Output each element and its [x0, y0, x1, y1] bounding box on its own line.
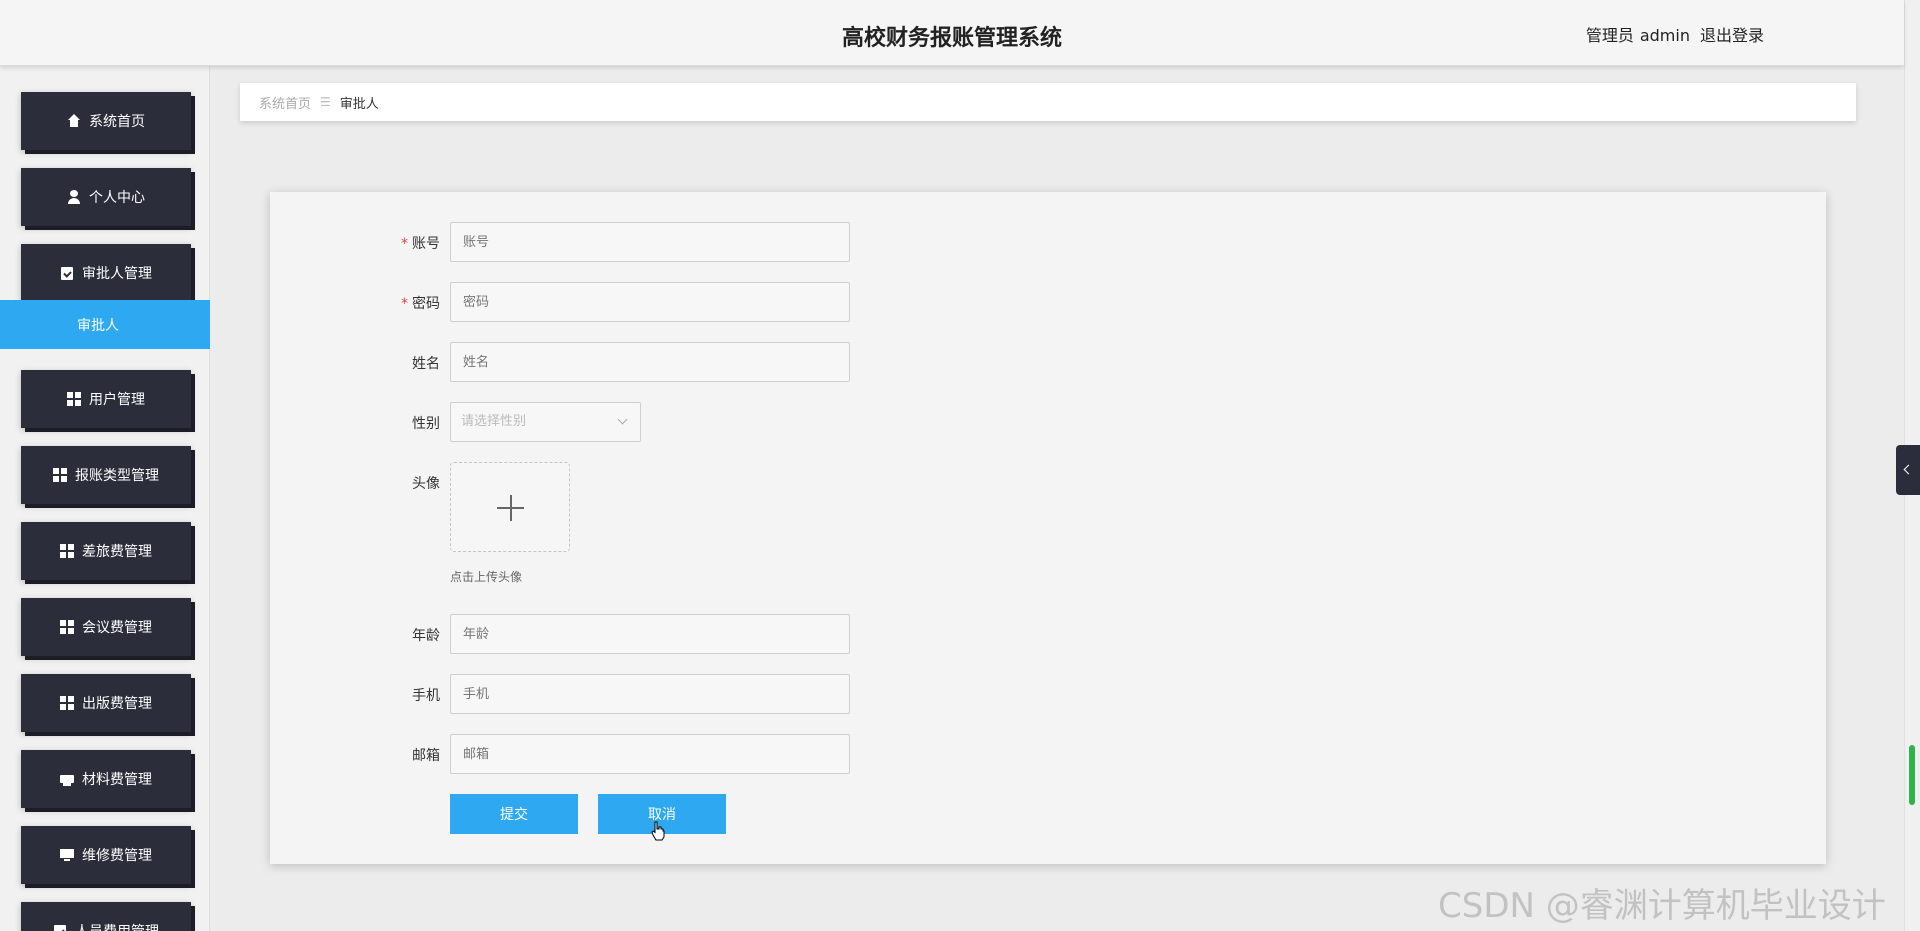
sidebar-subitem-label: 审批人 — [77, 317, 119, 334]
breadcrumb: 系统首页 ☰ 审批人 — [240, 83, 1856, 121]
user-icon — [67, 190, 81, 204]
password-input[interactable] — [450, 282, 850, 322]
sidebar-item-label: 用户管理 — [89, 392, 145, 408]
submit-button[interactable]: 提交 — [450, 794, 578, 834]
sidebar-item-label: 报账类型管理 — [75, 468, 159, 484]
required-mark: * — [401, 296, 408, 312]
age-input[interactable] — [450, 614, 850, 654]
gender-label: 性别 — [412, 416, 440, 432]
breadcrumb-home[interactable]: 系统首页 — [259, 93, 311, 112]
sidebar-item-label: 审批人管理 — [82, 266, 152, 282]
sidebar-item-label: 维修费管理 — [82, 848, 152, 864]
age-label: 年龄 — [412, 628, 440, 644]
grid-icon — [67, 392, 81, 406]
sidebar-item-label: 出版费管理 — [82, 696, 152, 712]
account-label: * 账号 — [401, 236, 440, 252]
sidebar-item-meeting-expense[interactable]: 会议费管理 — [21, 598, 191, 656]
email-input[interactable] — [450, 734, 850, 774]
avatar-upload[interactable] — [450, 462, 570, 552]
grid-icon — [60, 620, 74, 634]
grid-icon — [60, 696, 74, 710]
required-mark: * — [401, 236, 408, 252]
home-icon — [67, 114, 81, 128]
user-info: 管理员 admin 退出登录 — [1580, 22, 1764, 46]
grid-icon — [60, 544, 74, 558]
logout-link[interactable]: 退出登录 — [1700, 26, 1764, 45]
sidebar-item-publication-expense[interactable]: 出版费管理 — [21, 674, 191, 732]
clipboard-icon — [60, 266, 74, 280]
top-header: 高校财务报账管理系统 管理员 admin 退出登录 — [0, 0, 1904, 66]
breadcrumb-current: 审批人 — [339, 96, 379, 112]
clipboard-icon — [53, 924, 67, 931]
email-label: 邮箱 — [412, 748, 440, 764]
sidebar-item-label: 会议费管理 — [82, 620, 152, 636]
sidebar-item-repair-expense[interactable]: 维修费管理 — [21, 826, 191, 884]
password-label: * 密码 — [401, 296, 440, 312]
sidebar-item-label: 人员费用管理 — [75, 921, 159, 931]
sidebar-item-travel-expense[interactable]: 差旅费管理 — [21, 522, 191, 580]
user-role: 管理员 — [1585, 26, 1634, 45]
sidebar-item-home[interactable]: 系统首页 — [21, 92, 191, 150]
phone-input[interactable] — [450, 674, 850, 714]
sidebar-item-label: 个人中心 — [89, 190, 145, 206]
chevron-down-icon — [617, 414, 628, 425]
watermark: CSDN @睿渊计算机毕业设计 — [1438, 886, 1886, 926]
gender-placeholder: 请选择性别 — [461, 414, 527, 429]
sidebar-subitem-approver[interactable]: 审批人 — [0, 300, 210, 349]
printer-icon — [60, 772, 74, 786]
avatar-upload-hint: 点击上传头像 — [450, 570, 523, 584]
sidebar-item-approver-management[interactable]: 审批人管理 — [21, 244, 191, 302]
account-input[interactable] — [450, 222, 850, 262]
monitor-icon — [60, 848, 74, 862]
sidebar-item-profile[interactable]: 个人中心 — [21, 168, 191, 226]
breadcrumb-separator-icon: ☰ — [320, 95, 331, 109]
hand-cursor-icon — [651, 821, 665, 841]
plus-icon-vertical — [510, 495, 512, 521]
sidebar-item-user-management[interactable]: 用户管理 — [21, 370, 191, 428]
username: admin — [1639, 26, 1690, 45]
grid-icon — [53, 468, 67, 482]
sidebar-item-personnel-expense[interactable]: 人员费用管理 — [21, 902, 191, 931]
name-input[interactable] — [450, 342, 850, 382]
sidebar-item-material-expense[interactable]: 材料费管理 — [21, 750, 191, 808]
sidebar-item-expense-type-management[interactable]: 报账类型管理 — [21, 446, 191, 504]
sidebar: 系统首页 个人中心 审批人管理 审批人 用户管理 报账类型管理 差旅费管理 会议… — [0, 66, 210, 931]
name-label: 姓名 — [412, 356, 440, 372]
sidebar-item-label: 差旅费管理 — [82, 544, 152, 560]
avatar-label: 头像 — [412, 476, 440, 492]
sidebar-item-label: 系统首页 — [89, 114, 145, 130]
phone-label: 手机 — [412, 688, 440, 704]
scrollbar-thumb[interactable] — [1909, 745, 1915, 805]
gender-select[interactable]: 请选择性别 — [450, 402, 641, 442]
collapse-panel-handle[interactable] — [1896, 445, 1920, 495]
form-card: *账号 *密码 姓名 性别 请选择性别 头像 点击上传头像 年龄 手机 邮箱 提… — [270, 192, 1826, 864]
sidebar-item-label: 材料费管理 — [82, 772, 152, 788]
